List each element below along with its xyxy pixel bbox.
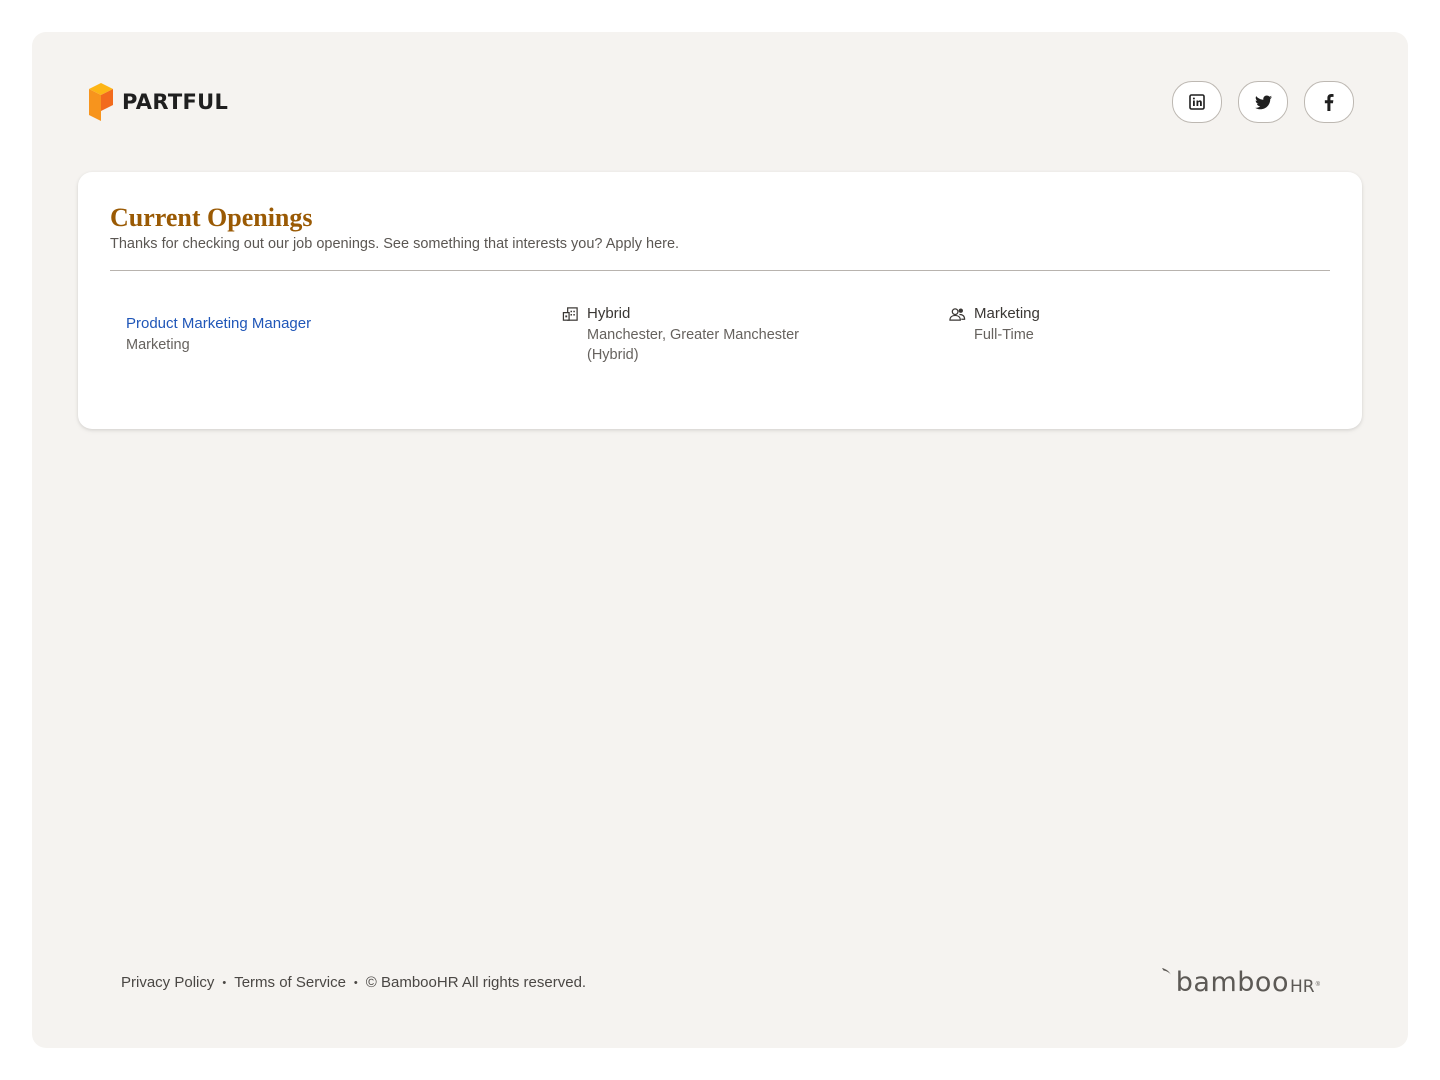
bamboohr-logo[interactable]: bamboo HR ® — [1161, 967, 1320, 998]
bamboo-leaf-icon — [1161, 968, 1171, 975]
brand-name: PARTFUL — [122, 90, 229, 114]
copyright-text: © BambooHR All rights reserved. — [365, 974, 587, 991]
linkedin-button[interactable] — [1172, 81, 1222, 123]
job-department: Marketing — [126, 337, 190, 353]
footer: Privacy Policy • Terms of Service • © Ba… — [121, 974, 586, 991]
twitter-button[interactable] — [1238, 81, 1288, 123]
twitter-icon — [1254, 94, 1272, 109]
partful-logo-icon — [89, 83, 113, 121]
divider — [110, 270, 1330, 271]
location-type: Hybrid — [587, 305, 631, 322]
people-icon — [949, 308, 966, 321]
bamboo-hr-suffix: HR — [1289, 977, 1315, 997]
job-team: Marketing Full-Time — [949, 304, 1249, 345]
location-city: Manchester, Greater Manchester — [587, 327, 799, 343]
brand[interactable]: PARTFUL — [89, 83, 228, 121]
trademark-symbol: ® — [1315, 982, 1320, 988]
facebook-icon — [1324, 93, 1334, 111]
team-name: Marketing — [974, 305, 1040, 322]
openings-title: Current Openings — [110, 203, 313, 232]
footer-separator: • — [222, 976, 227, 989]
terms-of-service-link[interactable]: Terms of Service — [234, 974, 346, 991]
social-links — [1172, 81, 1354, 123]
building-icon — [562, 307, 578, 321]
openings-subtitle: Thanks for checking out our job openings… — [110, 236, 680, 252]
openings-card: Current Openings Thanks for checking out… — [78, 172, 1362, 429]
page-frame: PARTFUL Current Openings Thanks for chec… — [32, 32, 1408, 1048]
job-location: Hybrid Manchester, Greater Manchester (H… — [562, 304, 842, 365]
facebook-button[interactable] — [1304, 81, 1354, 123]
employment-type: Full-Time — [974, 327, 1034, 343]
privacy-policy-link[interactable]: Privacy Policy — [121, 974, 214, 991]
linkedin-icon — [1189, 94, 1205, 110]
job-title-link[interactable]: Product Marketing Manager — [126, 314, 311, 334]
bamboo-wordmark: bamboo — [1175, 967, 1289, 998]
location-mode: (Hybrid) — [587, 347, 639, 363]
footer-separator: • — [353, 976, 358, 989]
